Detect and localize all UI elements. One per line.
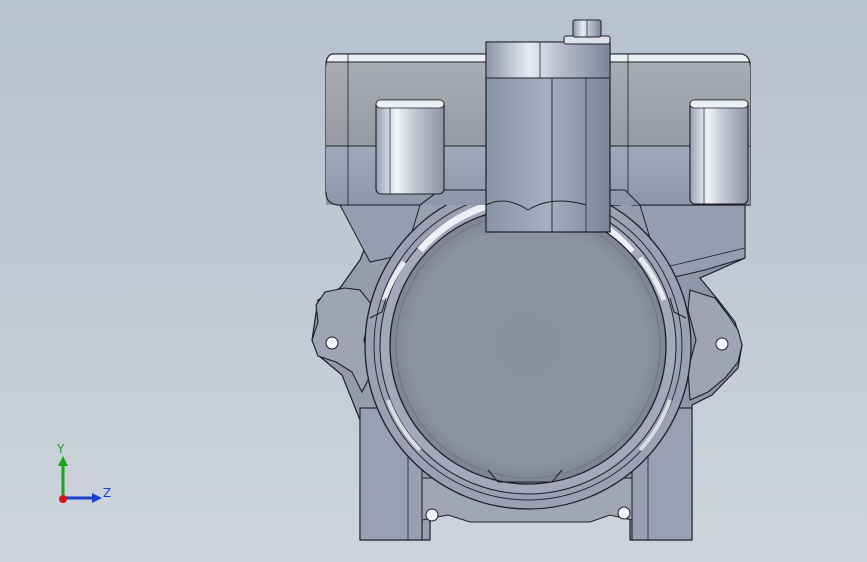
y-axis-label: Y <box>57 442 65 456</box>
orientation-triad: Y Z <box>44 440 124 512</box>
right-bolt-hole <box>715 337 729 351</box>
right-cover-post <box>689 99 749 205</box>
z-axis-label: Z <box>103 486 112 500</box>
right-mounting-ear <box>687 289 743 401</box>
left-bolt-hole <box>325 336 339 350</box>
triad-axes <box>58 456 102 503</box>
x-axis-dot-icon <box>59 495 67 503</box>
graphics-viewport[interactable]: Y Z <box>0 0 867 562</box>
bottom-left-hole <box>425 508 439 522</box>
inner-bore-disc <box>389 207 667 485</box>
pump-housing-model[interactable] <box>0 0 867 562</box>
y-axis-arrow-icon <box>58 456 68 466</box>
left-cover-post <box>375 99 445 195</box>
bottom-right-hole <box>617 506 631 520</box>
